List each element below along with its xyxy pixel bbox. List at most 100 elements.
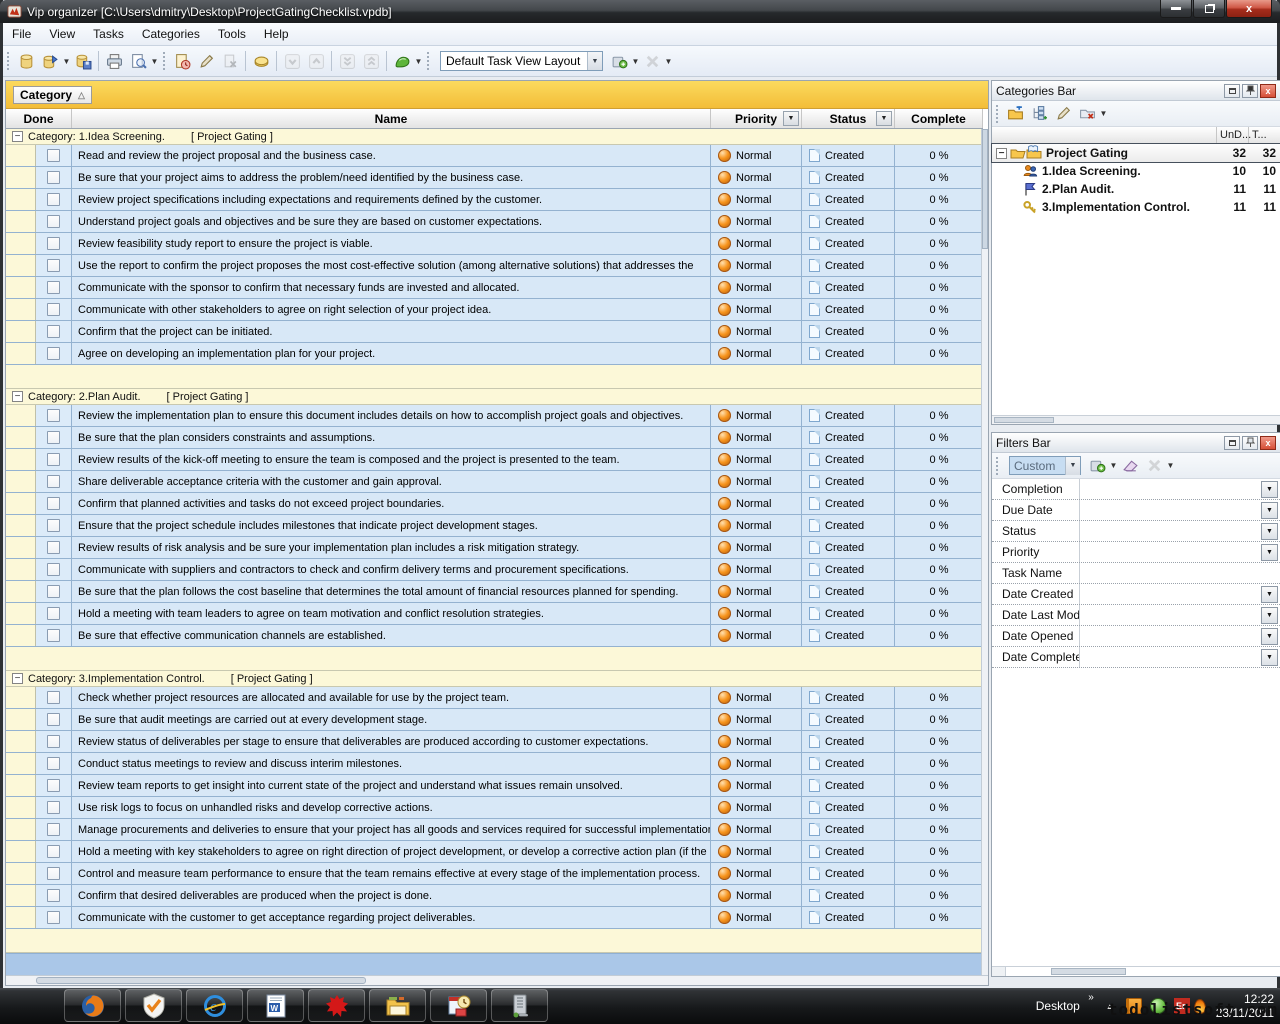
task-checkbox[interactable] — [47, 867, 60, 880]
taskbar-app-vip-organizer[interactable] — [125, 989, 182, 1022]
collapse-tree-icon[interactable]: − — [996, 148, 1007, 159]
save-filter-dropdown[interactable]: ▼ — [1109, 461, 1118, 470]
task-checkbox[interactable] — [47, 801, 60, 814]
table-row[interactable]: Communicate with the customer to get acc… — [6, 907, 983, 929]
task-checkbox[interactable] — [47, 431, 60, 444]
layout-combo-arrow-icon[interactable]: ▼ — [587, 52, 602, 70]
tree-item-project-gating[interactable]: −Project Gating3232 — [992, 144, 1280, 162]
collapse-group-icon[interactable]: − — [12, 131, 23, 142]
taskbar-app-scheduler[interactable] — [430, 989, 487, 1022]
scrollbar-thumb[interactable] — [36, 977, 366, 984]
panel-close-icon[interactable]: x — [1260, 84, 1276, 98]
filter-value-field[interactable] — [1080, 605, 1261, 625]
taskbar-app-system-tool[interactable] — [491, 989, 548, 1022]
task-checkbox[interactable] — [47, 607, 60, 620]
filter-dropdown-button[interactable]: ▼ — [1261, 628, 1278, 645]
column-header-name[interactable]: Name — [72, 109, 711, 128]
panel-pin-icon[interactable] — [1242, 84, 1258, 98]
table-row[interactable]: Understand project goals and objectives … — [6, 211, 983, 233]
new-task-icon[interactable] — [170, 49, 194, 73]
table-row[interactable]: Read and review the project proposal and… — [6, 145, 983, 167]
table-row[interactable]: Share deliverable acceptance criteria wi… — [6, 471, 983, 493]
table-row[interactable]: Communicate with suppliers and contracto… — [6, 559, 983, 581]
notifications-icon[interactable] — [390, 49, 414, 73]
filter-preset-combo[interactable]: Custom ▼ — [1009, 456, 1081, 475]
print-preview-dropdown[interactable]: ▼ — [150, 57, 159, 66]
priority-filter-dropdown[interactable]: ▼ — [783, 111, 799, 126]
move-up-icon[interactable] — [304, 49, 328, 73]
filter-value-field[interactable] — [1080, 521, 1261, 541]
taskbar-app-file-manager[interactable] — [369, 989, 426, 1022]
table-row[interactable]: Be sure that the plan considers constrai… — [6, 427, 983, 449]
task-checkbox[interactable] — [47, 757, 60, 770]
task-checkbox[interactable] — [47, 691, 60, 704]
save-layout-dropdown[interactable]: ▼ — [631, 57, 640, 66]
toolbar-grip[interactable] — [6, 51, 11, 71]
table-row[interactable]: Use the report to confirm the project pr… — [6, 255, 983, 277]
add-category-icon[interactable] — [1003, 102, 1027, 126]
group-header-row[interactable]: −Category: 1.Idea Screening.[ Project Ga… — [6, 129, 983, 145]
minimize-button[interactable] — [1160, 0, 1192, 18]
tree-item-1-idea-screening-[interactable]: 1.Idea Screening.1010 — [992, 162, 1280, 180]
taskbar-app-firefox[interactable] — [64, 989, 121, 1022]
tree-item-2-plan-audit-[interactable]: 2.Plan Audit.1111 — [992, 180, 1280, 198]
task-checkbox[interactable] — [47, 409, 60, 422]
task-checkbox[interactable] — [47, 149, 60, 162]
tree-item-3-implementation-control-[interactable]: 3.Implementation Control.1111 — [992, 198, 1280, 216]
table-row[interactable]: Manage procurements and deliveries to en… — [6, 819, 983, 841]
table-row[interactable]: Review feasibility study report to ensur… — [6, 233, 983, 255]
task-checkbox[interactable] — [47, 779, 60, 792]
menu-view[interactable]: View — [40, 23, 84, 45]
column-header-done[interactable]: Done — [6, 109, 72, 128]
toolbar-grip[interactable] — [426, 51, 431, 71]
close-button[interactable]: x — [1226, 0, 1272, 18]
task-checkbox[interactable] — [47, 563, 60, 576]
save-filter-icon[interactable] — [1085, 454, 1109, 478]
table-row[interactable]: Review team reports to get insight into … — [6, 775, 983, 797]
table-row[interactable]: Be sure that audit meetings are carried … — [6, 709, 983, 731]
table-row[interactable]: Use risk logs to focus on unhandled risk… — [6, 797, 983, 819]
task-checkbox[interactable] — [47, 629, 60, 642]
new-database-icon[interactable] — [14, 49, 38, 73]
scrollbar-thumb[interactable] — [994, 417, 1054, 423]
print-icon[interactable] — [102, 49, 126, 73]
filter-dropdown-button[interactable]: ▼ — [1261, 502, 1278, 519]
table-row[interactable]: Confirm that the project can be initiate… — [6, 321, 983, 343]
task-checkbox[interactable] — [47, 519, 60, 532]
toolbar-grip[interactable] — [162, 51, 167, 71]
column-header-status[interactable]: Status ▼ — [802, 109, 895, 128]
group-header-row[interactable]: −Category: 3.Implementation Control.[ Pr… — [6, 671, 983, 687]
column-header-complete[interactable]: Complete — [895, 109, 983, 128]
table-row[interactable]: Hold a meeting with team leaders to agre… — [6, 603, 983, 625]
panel-pin-icon[interactable] — [1242, 436, 1258, 450]
table-row[interactable]: Ensure that the project schedule include… — [6, 515, 983, 537]
filter-value-field[interactable] — [1080, 626, 1261, 646]
menu-tasks[interactable]: Tasks — [84, 23, 133, 45]
scrollbar-box[interactable] — [992, 967, 1006, 976]
task-checkbox[interactable] — [47, 325, 60, 338]
categories-toolbar-dropdown[interactable]: ▼ — [1099, 109, 1108, 118]
filter-value-field[interactable] — [1080, 563, 1280, 583]
edit-task-icon[interactable] — [194, 49, 218, 73]
filter-value-field[interactable] — [1080, 479, 1261, 499]
table-row[interactable]: Conduct status meetings to review and di… — [6, 753, 983, 775]
table-row[interactable]: Hold a meeting with key stakeholders to … — [6, 841, 983, 863]
menu-file[interactable]: File — [3, 23, 40, 45]
task-checkbox[interactable] — [47, 845, 60, 858]
group-header-row[interactable]: −Category: 2.Plan Audit.[ Project Gating… — [6, 389, 983, 405]
filter-combo-arrow-icon[interactable]: ▼ — [1065, 457, 1080, 475]
table-row[interactable]: Be sure that effective communication cha… — [6, 625, 983, 647]
chevron-expand-icon[interactable]: » — [1088, 992, 1094, 1003]
restore-button[interactable] — [1193, 0, 1225, 18]
filter-value-field[interactable] — [1080, 542, 1261, 562]
group-by-category-button[interactable]: Category △ — [13, 86, 92, 104]
task-checkbox[interactable] — [47, 735, 60, 748]
task-view-layout-combo[interactable]: Default Task View Layout ▼ — [440, 51, 603, 71]
clear-filter-icon[interactable] — [1118, 454, 1142, 478]
table-row[interactable]: Agree on developing an implementation pl… — [6, 343, 983, 365]
column-header-total[interactable]: T... — [1248, 127, 1280, 143]
move-top-icon[interactable] — [359, 49, 383, 73]
taskbar-app-internet-explorer[interactable]: e — [186, 989, 243, 1022]
filter-value-field[interactable] — [1080, 584, 1261, 604]
table-row[interactable]: Control and measure team performance to … — [6, 863, 983, 885]
